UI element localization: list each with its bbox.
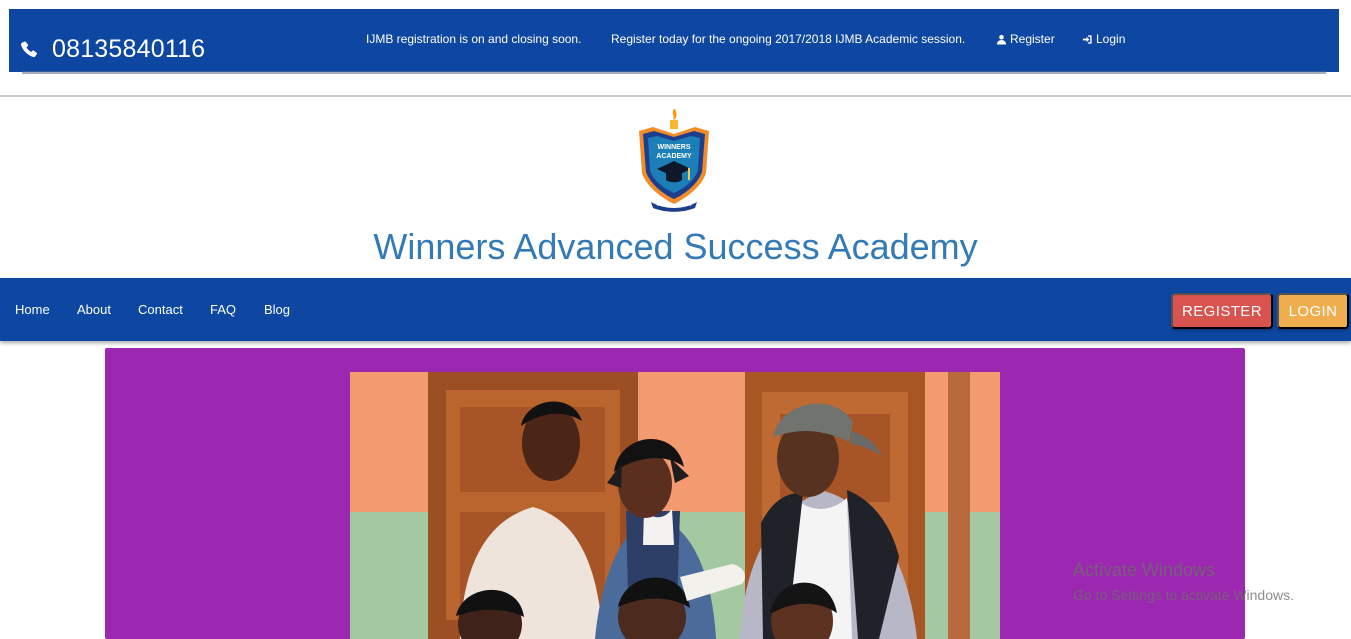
- top-register-label: Register: [1010, 32, 1055, 46]
- registration-notice: IJMB registration is on and closing soon…: [366, 32, 582, 46]
- logo-line-2: ACADEMY: [656, 153, 692, 160]
- nav-faq[interactable]: FAQ: [210, 302, 236, 317]
- watermark-subtitle: Go to Settings to activate Windows.: [1073, 587, 1294, 603]
- logo-motto: We learn, God imparts: [657, 203, 692, 207]
- phone-contact: 08135840116: [19, 35, 205, 64]
- watermark-title: Activate Windows: [1073, 560, 1216, 580]
- phone-icon: [20, 41, 37, 58]
- activate-windows-watermark: Activate Windows Go to Settings to activ…: [1073, 560, 1294, 603]
- nav-about[interactable]: About: [77, 302, 111, 317]
- header-divider: [0, 95, 1351, 97]
- top-register-link[interactable]: Register: [996, 32, 1055, 46]
- register-button[interactable]: REGISTER: [1171, 293, 1273, 329]
- top-login-link[interactable]: Login: [1082, 32, 1125, 46]
- academy-title: Winners Advanced Success Academy: [373, 226, 978, 267]
- academy-logo[interactable]: WINNERS ACADEMY We learn, God imparts: [634, 106, 714, 212]
- students-photo: [350, 372, 1000, 639]
- login-button[interactable]: LOGIN: [1277, 293, 1349, 329]
- logo-line-1: WINNERS: [657, 144, 690, 151]
- main-navigation: Home About Contact FAQ Blog REGISTER LOG…: [0, 278, 1351, 341]
- topbar-shadow: [22, 71, 1326, 74]
- sign-in-icon: [1082, 34, 1092, 44]
- phone-number: 08135840116: [52, 35, 206, 63]
- nav-contact[interactable]: Contact: [138, 302, 183, 317]
- session-notice: Register today for the ongoing 2017/2018…: [611, 32, 966, 46]
- top-info-bar: 08135840116 IJMB registration is on and …: [9, 9, 1339, 72]
- nav-home[interactable]: Home: [15, 302, 50, 317]
- user-icon: [996, 34, 1007, 45]
- top-login-label: Login: [1096, 32, 1126, 46]
- nav-blog[interactable]: Blog: [264, 302, 290, 317]
